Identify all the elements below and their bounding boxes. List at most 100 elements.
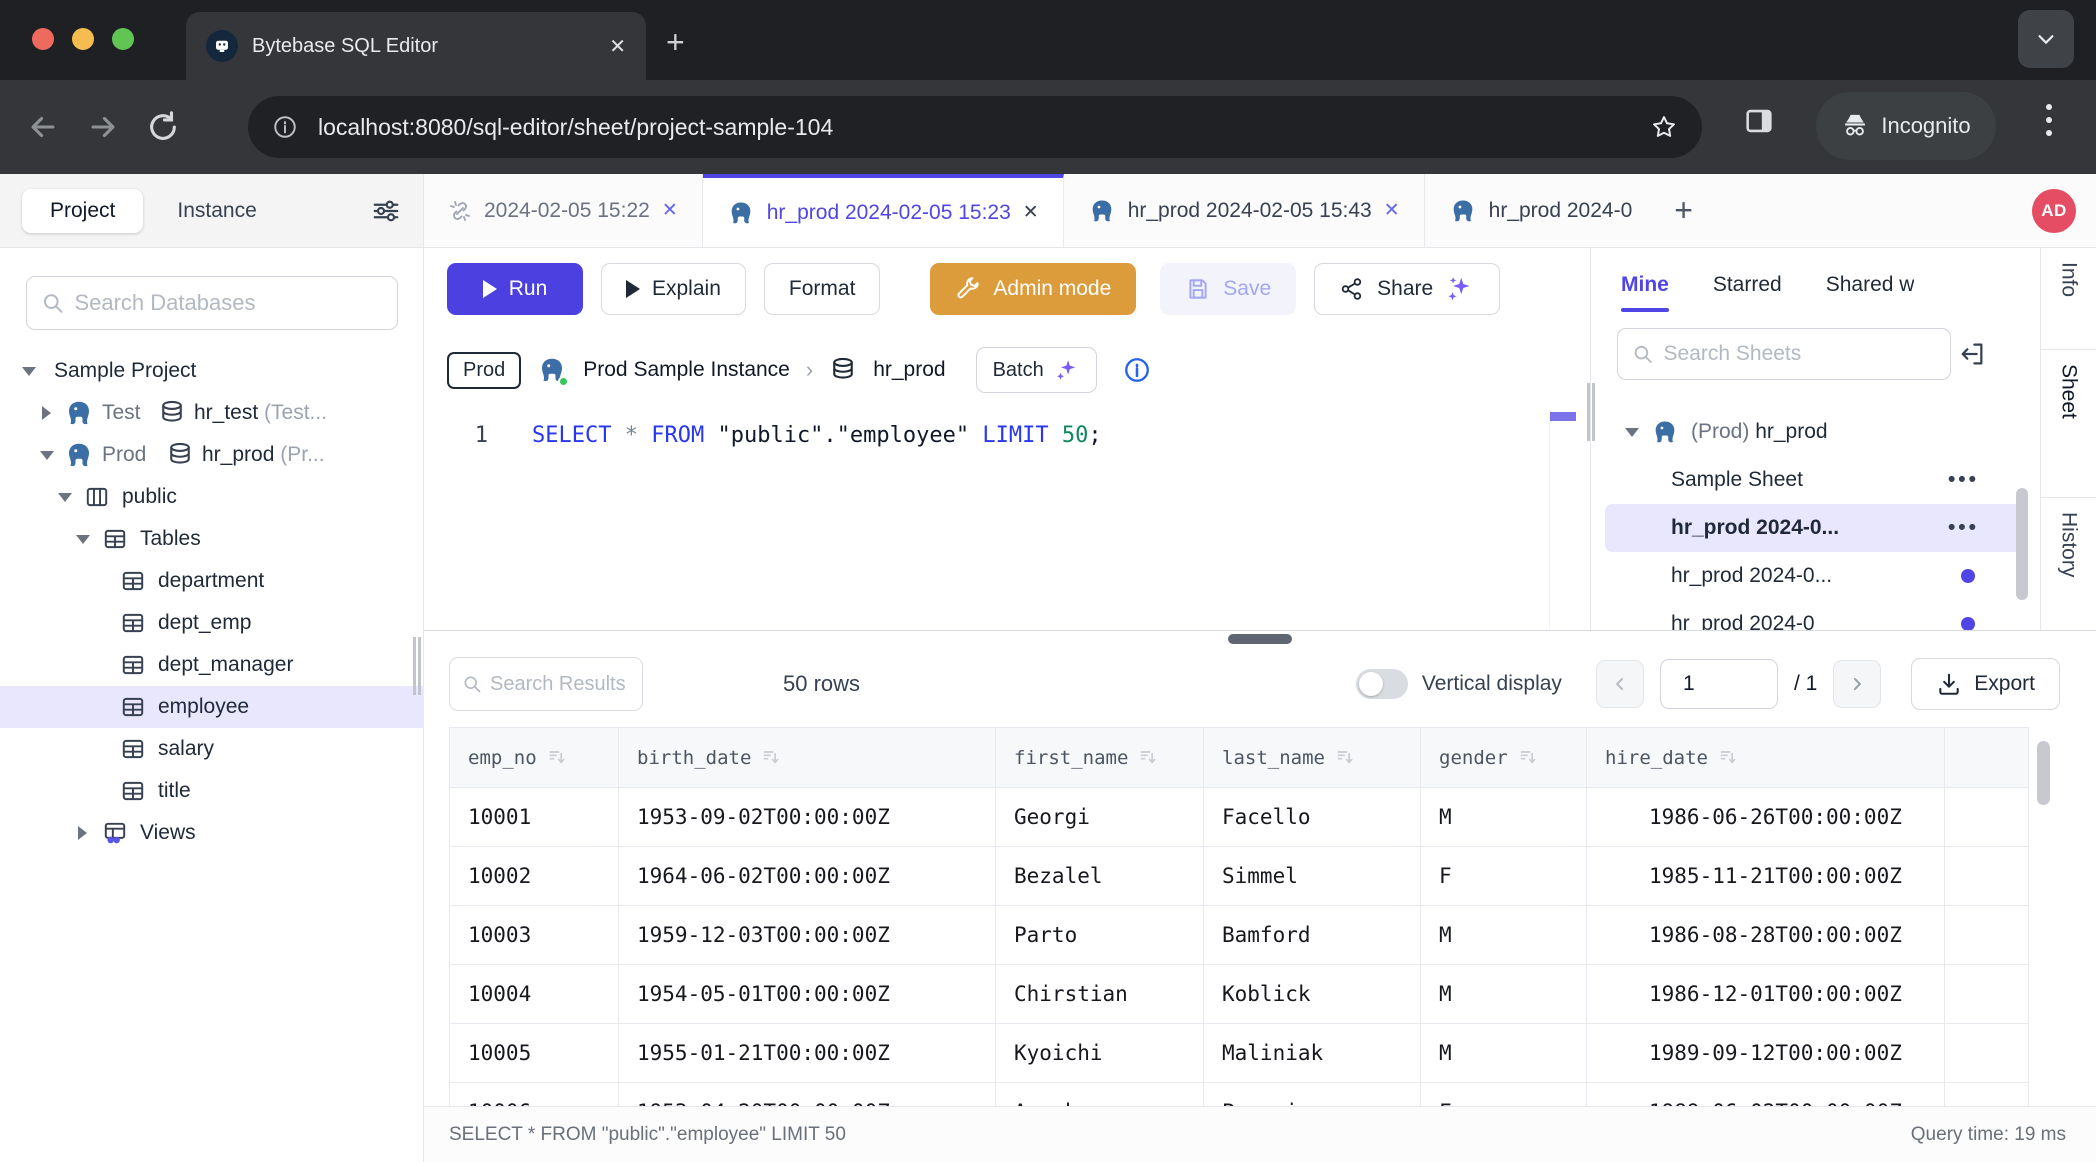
sheet-item-selected[interactable]: hr_prod 2024-0... •••: [1605, 504, 2027, 552]
column-header-emp-no[interactable]: emp_no: [450, 728, 619, 788]
sheet-list-scrollbar[interactable]: [2016, 488, 2028, 600]
sidebar-tab-project[interactable]: Project: [22, 189, 143, 233]
rail-tab-info[interactable]: Info: [2041, 248, 2096, 350]
column-header-first-name[interactable]: first_name: [996, 728, 1204, 788]
sheet-group-hr-prod[interactable]: (Prod) hr_prod: [1605, 408, 2027, 456]
explain-button[interactable]: Explain: [601, 263, 746, 315]
cell-first-name[interactable]: Kyoichi: [996, 1024, 1204, 1083]
table-row[interactable]: 10004 1954-05-01T00:00:00Z Chirstian Kob…: [450, 965, 2029, 1024]
cell-gender[interactable]: M: [1421, 906, 1587, 965]
tree-item-table-department[interactable]: department: [0, 560, 424, 602]
editor-tab-2-active[interactable]: hr_prod 2024-02-05 15:23 ✕: [703, 174, 1064, 247]
side-panel-icon[interactable]: [1742, 104, 1776, 138]
column-header-gender[interactable]: gender: [1421, 728, 1587, 788]
cell-birth-date[interactable]: 1953-09-02T00:00:00Z: [619, 788, 996, 847]
cell-first-name[interactable]: Parto: [996, 906, 1204, 965]
close-tab-icon[interactable]: ✕: [662, 199, 678, 222]
url-bar[interactable]: localhost:8080/sql-editor/sheet/project-…: [248, 96, 1702, 158]
table-row[interactable]: 10003 1959-12-03T00:00:00Z Parto Bamford…: [450, 906, 2029, 965]
format-button[interactable]: Format: [764, 263, 881, 315]
cell-emp-no[interactable]: 10003: [450, 906, 619, 965]
caret-down-icon[interactable]: [40, 451, 54, 460]
more-menu-icon[interactable]: •••: [1948, 516, 1979, 540]
database-search-input[interactable]: [74, 290, 383, 316]
site-info-icon[interactable]: [272, 114, 298, 140]
rail-tab-sheet[interactable]: Sheet: [2041, 350, 2096, 498]
caret-down-icon[interactable]: [58, 493, 72, 502]
page-input[interactable]: [1660, 659, 1778, 709]
sheets-tab-shared[interactable]: Shared w: [1826, 248, 1915, 322]
cell-birth-date[interactable]: 1955-01-21T00:00:00Z: [619, 1024, 996, 1083]
new-tab-button[interactable]: +: [666, 24, 685, 61]
window-minimize-button[interactable]: [72, 28, 94, 50]
cell-hire-date[interactable]: 1989-09-12T00:00:00Z: [1587, 1024, 1945, 1083]
cell-last-name[interactable]: Facello: [1204, 788, 1421, 847]
cell-gender[interactable]: M: [1421, 788, 1587, 847]
cell-gender[interactable]: F: [1421, 847, 1587, 906]
window-close-button[interactable]: [32, 28, 54, 50]
sheets-tab-mine[interactable]: Mine: [1621, 248, 1669, 322]
sheets-tab-starred[interactable]: Starred: [1713, 248, 1782, 322]
tree-item-table-dept-manager[interactable]: dept_manager: [0, 644, 424, 686]
cell-first-name[interactable]: Georgi: [996, 788, 1204, 847]
cell-emp-no[interactable]: 10001: [450, 788, 619, 847]
table-row[interactable]: 10005 1955-01-21T00:00:00Z Kyoichi Malin…: [450, 1024, 2029, 1083]
sheet-item-3[interactable]: hr_prod 2024-0...: [1605, 552, 2027, 600]
cell-emp-no[interactable]: 10002: [450, 847, 619, 906]
cell-last-name[interactable]: Maliniak: [1204, 1024, 1421, 1083]
cell-emp-no[interactable]: 10005: [450, 1024, 619, 1083]
results-search-input[interactable]: [490, 673, 630, 696]
tree-item-views-group[interactable]: Views: [0, 812, 424, 854]
sort-icon[interactable]: [1518, 747, 1538, 767]
batch-button[interactable]: Batch: [976, 347, 1097, 393]
next-page-button[interactable]: [1833, 660, 1881, 708]
caret-right-icon[interactable]: [78, 826, 87, 840]
results-resize-handle[interactable]: [1228, 634, 1292, 644]
sheet-item-partial-top[interactable]: hr_prod 2024-0...: [1591, 390, 2041, 408]
cell-hire-date[interactable]: 1985-11-21T00:00:00Z: [1587, 847, 1945, 906]
browser-menu-icon[interactable]: [2046, 104, 2052, 143]
panel-resize-handle[interactable]: [1587, 383, 1595, 441]
close-tab-icon[interactable]: ✕: [1023, 201, 1039, 224]
tree-item-sample-project[interactable]: Sample Project: [0, 350, 424, 392]
sort-icon[interactable]: [1335, 747, 1355, 767]
connection-info-icon[interactable]: [1123, 356, 1151, 384]
share-button[interactable]: Share: [1314, 263, 1500, 315]
results-scrollbar[interactable]: [2037, 741, 2050, 805]
column-header-hire-date[interactable]: hire_date: [1587, 728, 1945, 788]
cell-gender[interactable]: M: [1421, 1024, 1587, 1083]
cell-last-name[interactable]: Simmel: [1204, 847, 1421, 906]
tree-item-hr-test[interactable]: Test hr_test (Test...: [0, 392, 424, 434]
cell-last-name[interactable]: Bamford: [1204, 906, 1421, 965]
cell-birth-date[interactable]: 1954-05-01T00:00:00Z: [619, 965, 996, 1024]
cell-first-name[interactable]: Chirstian: [996, 965, 1204, 1024]
tree-item-table-salary[interactable]: salary: [0, 728, 424, 770]
user-avatar[interactable]: AD: [2032, 189, 2076, 233]
cell-hire-date[interactable]: 1986-08-28T00:00:00Z: [1587, 906, 1945, 965]
admin-mode-button[interactable]: Admin mode: [930, 263, 1136, 315]
more-menu-icon[interactable]: •••: [1948, 468, 1979, 492]
cell-hire-date[interactable]: 1986-12-01T00:00:00Z: [1587, 965, 1945, 1024]
forward-button[interactable]: [86, 110, 120, 144]
tab-list-chevron-button[interactable]: [2018, 10, 2074, 68]
prev-page-button[interactable]: [1596, 660, 1644, 708]
tree-item-public-schema[interactable]: public: [0, 476, 424, 518]
back-button[interactable]: [26, 110, 60, 144]
filter-settings-icon[interactable]: [371, 196, 401, 226]
caret-down-icon[interactable]: [76, 535, 90, 544]
cell-birth-date[interactable]: 1964-06-02T00:00:00Z: [619, 847, 996, 906]
browser-tab[interactable]: Bytebase SQL Editor ✕: [186, 12, 646, 80]
sheet-search-input[interactable]: [1664, 342, 1936, 366]
tree-item-table-dept-emp[interactable]: dept_emp: [0, 602, 424, 644]
editor-tab-1[interactable]: 2024-02-05 15:22 ✕: [424, 174, 703, 247]
sort-icon[interactable]: [1138, 747, 1158, 767]
cell-birth-date[interactable]: 1959-12-03T00:00:00Z: [619, 906, 996, 965]
column-header-birth-date[interactable]: birth_date: [619, 728, 996, 788]
caret-down-icon[interactable]: [1625, 428, 1639, 437]
tree-item-tables-group[interactable]: Tables: [0, 518, 424, 560]
vertical-display-toggle[interactable]: [1356, 669, 1408, 699]
caret-right-icon[interactable]: [42, 406, 51, 420]
rail-tab-history[interactable]: History: [2041, 498, 2096, 630]
editor-tab-4[interactable]: hr_prod 2024-0: [1425, 174, 1657, 247]
sort-icon[interactable]: [547, 747, 567, 767]
